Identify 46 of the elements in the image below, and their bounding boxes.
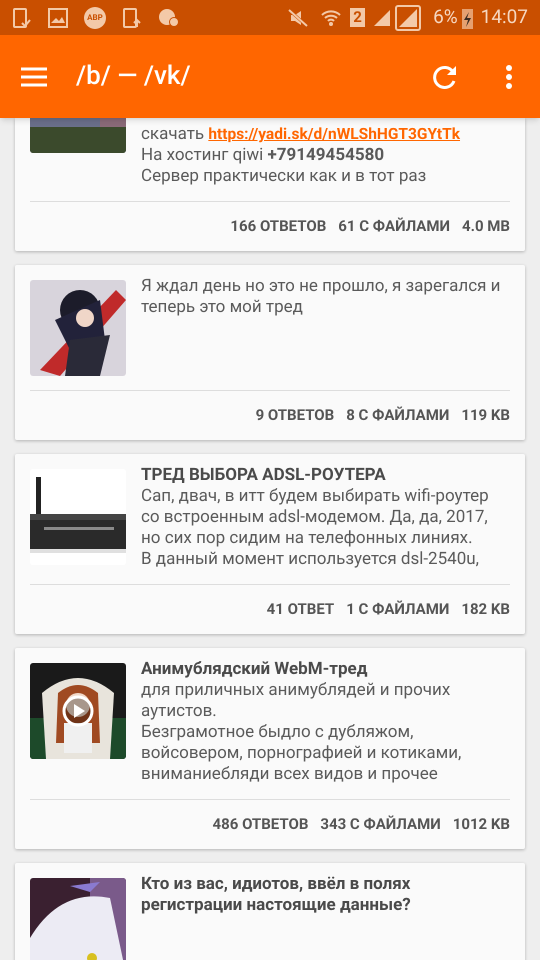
signal-icon bbox=[373, 8, 392, 26]
play-icon[interactable] bbox=[62, 695, 94, 727]
clock: 14:07 bbox=[480, 4, 528, 30]
thread-stat: 41 ОТВЕТ bbox=[266, 599, 334, 620]
thread-text: Сервер практически как и в тот раз bbox=[141, 166, 428, 187]
thread-text: для приличных анимублядей и прочих аутистов. bbox=[141, 680, 452, 722]
thread-card[interactable]: Я ждал день но это не прошло, я зарегался и теперь это мой тред 9 ОТВЕТОВ 8 С ФАЙЛАМИ 119 KB bbox=[15, 265, 525, 440]
thread-stat: 166 ОТВЕТОВ bbox=[230, 216, 326, 238]
thread-stat: 61 С ФАЙЛАМИ bbox=[338, 216, 450, 238]
thread-text: В данный момент используется dsl-2540u, bbox=[141, 549, 480, 570]
signal-icon bbox=[395, 4, 422, 30]
thread-card[interactable] bbox=[15, 454, 525, 634]
disc-alert-icon bbox=[158, 8, 180, 28]
image-icon bbox=[48, 8, 68, 28]
thread-card[interactable] bbox=[15, 648, 525, 849]
sim-slot-label: 2 bbox=[350, 8, 366, 27]
thread-card[interactable]: Кто из вас, идиотов, ввёл в полях регистрации настоящие данные? bbox=[15, 863, 525, 960]
tablet-upload-icon bbox=[122, 6, 142, 28]
thread-text: скачать https://yadi.sk/d/nWLShHGT3GYtTk bbox=[141, 124, 462, 145]
thread-stat: 4.0 MB bbox=[462, 216, 510, 238]
more-options-icon[interactable] bbox=[506, 64, 512, 88]
adblock-icon: ABP bbox=[84, 6, 106, 28]
thread-stat: 1 С ФАЙЛАМИ bbox=[346, 599, 450, 620]
thread-stat: 9 ОТВЕТОВ bbox=[256, 405, 334, 426]
app-bar-title: /b/ — /vk/ bbox=[76, 60, 191, 93]
thread-text: На хостинг qiwi +79149454580 bbox=[141, 145, 386, 166]
menu-icon[interactable] bbox=[20, 66, 48, 86]
thread-stat: 119 KB bbox=[461, 405, 510, 426]
thread-card[interactable]: скачать https://yadi.sk/d/nWLShHGT3GYtTk На хостинг qiwi +79149454580 Сервер практически как и в тот раз 166 ОТВЕТОВ 61 С ФАЙЛАМИ 4.0 MB bbox=[15, 118, 525, 251]
thread-stat: 343 С ФАЙЛАМИ bbox=[320, 814, 441, 836]
thread-title: Анимублядский WebM-тред bbox=[141, 659, 368, 680]
battery-charging-icon bbox=[462, 6, 473, 28]
thread-stat: 486 ОТВЕТОВ bbox=[212, 814, 308, 836]
refresh-icon[interactable] bbox=[432, 64, 458, 90]
mute-icon bbox=[288, 8, 308, 26]
thread-text: Я ждал день но это не прошло, я зарегался и теперь это мой тред bbox=[141, 276, 502, 318]
thread-stat: 1012 KB bbox=[452, 814, 510, 836]
thread-title: Кто из вас, идиотов, ввёл в полях регистрации настоящие данные? bbox=[141, 874, 412, 916]
thread-stat: 8 С ФАЙЛАМИ bbox=[346, 405, 450, 426]
battery-percent: 6% bbox=[433, 4, 458, 30]
wifi-icon bbox=[320, 8, 342, 28]
tablet-check-icon bbox=[12, 6, 32, 28]
thread-text: Безграмотное быдло с дубляжом, войсовером, порнографией и котиками, вниманиебляди всех видов и прочее bbox=[141, 722, 462, 785]
thread-text: Сап, двач, в итт будем выбирать wifi-роутер со встроенным adsl-модемом. Да, да, 2017, но сих пор сидим на телефонных линиях. bbox=[141, 486, 490, 549]
thread-stat: 182 KB bbox=[461, 599, 510, 620]
thread-title: ТРЕД ВЫБОРА ADSL-РОУТЕРА bbox=[141, 465, 387, 486]
